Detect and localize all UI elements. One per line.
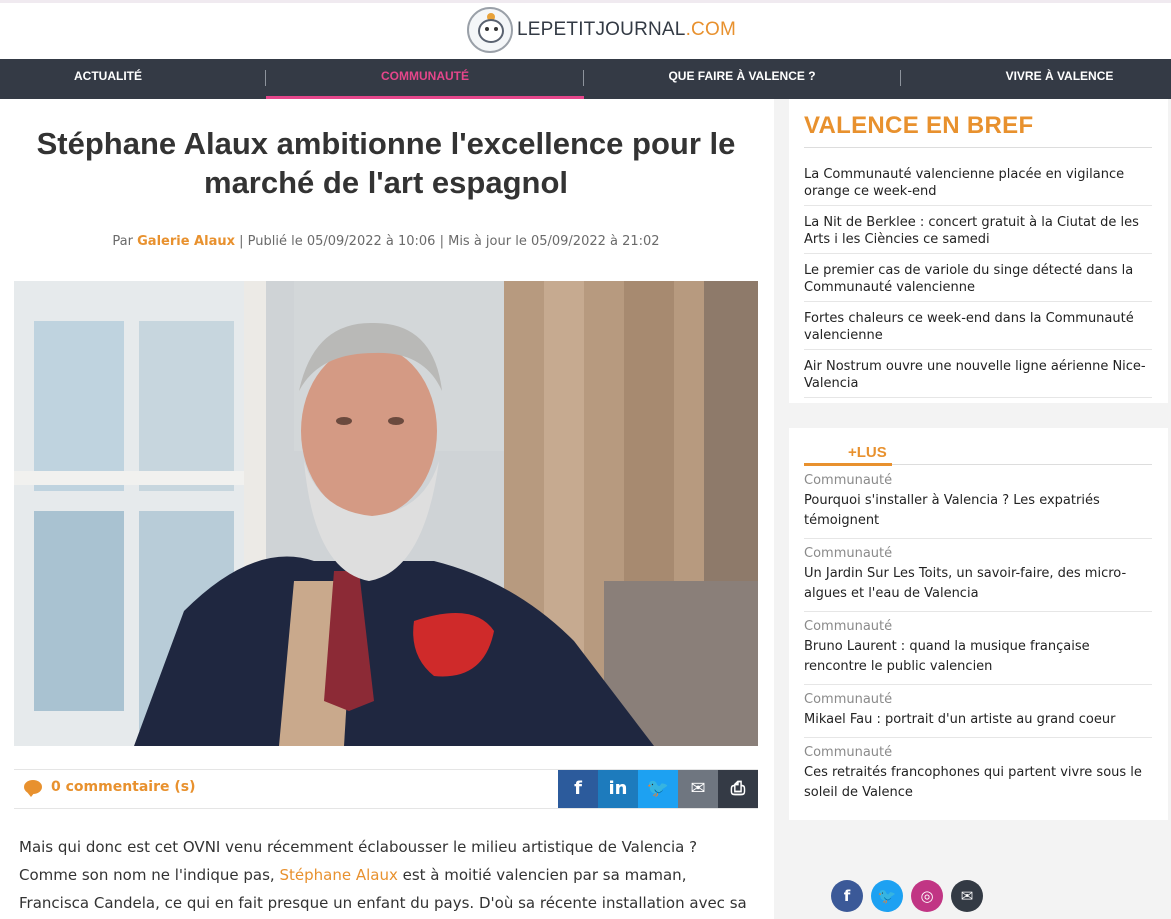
nav-divider xyxy=(900,70,901,86)
brief-title: VALENCE EN BREF xyxy=(804,112,1034,139)
facebook-icon: f xyxy=(843,887,851,905)
most-read-item[interactable]: Bruno Laurent : quand la musique françai… xyxy=(804,637,1156,677)
comment-bubble-icon xyxy=(24,780,42,797)
article-hero-image xyxy=(14,281,758,746)
most-read-category[interactable]: Communauté xyxy=(804,546,892,561)
mail-icon: ✉ xyxy=(960,887,974,905)
print-button[interactable]: ⎙ xyxy=(718,770,758,808)
brief-divider xyxy=(804,253,1152,254)
brief-divider xyxy=(804,349,1152,350)
most-read-card: +LUS Communauté Pourquoi s'installer à V… xyxy=(789,428,1168,820)
share-linkedin-button[interactable]: in xyxy=(598,770,638,808)
most-read-category[interactable]: Communauté xyxy=(804,692,892,707)
most-read-title: +LUS xyxy=(848,444,887,461)
most-read-category[interactable]: Communauté xyxy=(804,745,892,760)
instagram-icon: ◎ xyxy=(920,887,934,905)
most-read-category[interactable]: Communauté xyxy=(804,619,892,634)
nav-actualite[interactable]: ACTUALITÉ xyxy=(0,59,216,99)
article-byline: Par Galerie Alaux | Publié le 05/09/2022… xyxy=(14,234,758,249)
main-nav: ACTUALITÉ COMMUNAUTÉ QUE FAIRE À VALENCE… xyxy=(0,59,1171,99)
footer-twitter-button[interactable]: 🐦 xyxy=(871,880,903,912)
linkedin-icon: in xyxy=(608,778,628,799)
most-read-divider xyxy=(804,684,1152,685)
most-read-divider xyxy=(804,538,1152,539)
share-twitter-button[interactable]: 🐦 xyxy=(638,770,678,808)
logo-text: LEPETITJOURNAL.COM xyxy=(517,19,736,41)
brief-divider xyxy=(804,205,1152,206)
byline-prefix: Par xyxy=(112,234,133,249)
most-read-item[interactable]: Mikael Fau : portrait d'un artiste au gr… xyxy=(804,710,1156,730)
footer-mail-button[interactable]: ✉ xyxy=(951,880,983,912)
twitter-icon: 🐦 xyxy=(646,778,670,799)
brief-item[interactable]: Fortes chaleurs ce week-end dans la Comm… xyxy=(804,310,1154,344)
article-title: Stéphane Alaux ambitionne l'excellence p… xyxy=(36,126,736,200)
logo-suffix: .COM xyxy=(685,19,736,40)
brief-item[interactable]: La Communauté valencienne placée en vigi… xyxy=(804,166,1154,200)
body-author-link[interactable]: Stéphane Alaux xyxy=(279,866,397,884)
brief-item[interactable]: Air Nostrum ouvre une nouvelle ligne aér… xyxy=(804,358,1154,392)
site-header: LEPETITJOURNAL.COM xyxy=(0,0,1171,59)
most-read-item[interactable]: Un Jardin Sur Les Toits, un savoir-faire… xyxy=(804,564,1156,604)
mail-icon: ✉ xyxy=(690,778,706,799)
most-read-divider xyxy=(804,611,1152,612)
footer-instagram-button[interactable]: ◎ xyxy=(911,880,943,912)
facebook-icon: f xyxy=(574,778,582,799)
nav-vivre[interactable]: VIVRE À VALENCE xyxy=(948,59,1171,99)
publish-dates: | Publié le 05/09/2022 à 10:06 | Mis à j… xyxy=(239,234,660,249)
brief-divider xyxy=(804,301,1152,302)
article-social-bar: 0 commentaire (s) f in 🐦 ✉ ⎙ xyxy=(14,769,758,809)
most-read-divider xyxy=(804,737,1152,738)
most-read-item[interactable]: Ces retraités francophones qui partent v… xyxy=(804,763,1156,803)
nav-communaute[interactable]: COMMUNAUTÉ xyxy=(266,59,584,99)
brief-divider xyxy=(804,147,1152,148)
print-icon: ⎙ xyxy=(730,778,746,799)
share-mail-button[interactable]: ✉ xyxy=(678,770,718,808)
site-logo[interactable]: LEPETITJOURNAL.COM xyxy=(467,7,736,53)
most-read-item[interactable]: Pourquoi s'installer à Valencia ? Les ex… xyxy=(804,491,1156,531)
brief-item[interactable]: La Nit de Berklee : concert gratuit à la… xyxy=(804,214,1154,248)
nav-que-faire[interactable]: QUE FAIRE À VALENCE ? xyxy=(584,59,900,99)
article-body: Mais qui donc est cet OVNI venu récemmen… xyxy=(19,833,749,919)
most-read-category[interactable]: Communauté xyxy=(804,473,892,488)
brief-item[interactable]: Le premier cas de variole du singe détec… xyxy=(804,262,1154,296)
brief-divider xyxy=(804,397,1152,398)
author-link[interactable]: Galerie Alaux xyxy=(137,234,235,249)
twitter-icon: 🐦 xyxy=(877,887,897,905)
valence-en-bref-card: VALENCE EN BREF La Communauté valencienn… xyxy=(789,99,1168,403)
portrait-photo xyxy=(14,281,758,746)
comments-count: 0 commentaire (s) xyxy=(51,779,196,795)
logo-main: LEPETITJOURNAL xyxy=(517,19,686,40)
logo-mascot-icon xyxy=(467,7,513,53)
comments-link[interactable]: 0 commentaire (s) xyxy=(24,779,196,797)
footer-facebook-button[interactable]: f xyxy=(831,880,863,912)
most-read-accent xyxy=(804,463,892,466)
share-facebook-button[interactable]: f xyxy=(558,770,598,808)
